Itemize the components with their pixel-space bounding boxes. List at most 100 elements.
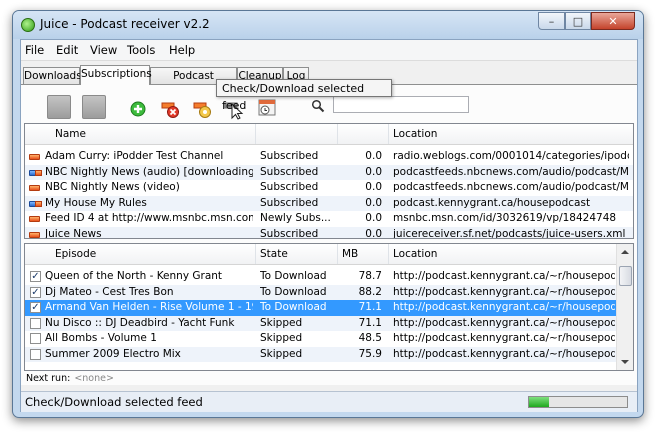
episode-state: To Download <box>260 285 327 298</box>
feed-name: Juice News <box>45 227 102 239</box>
episode-mb: 78.7 <box>358 270 382 282</box>
episodes-header: Episode State MB Location <box>25 244 617 265</box>
episode-mb: 88.2 <box>358 285 382 298</box>
menu-file[interactable]: File <box>25 43 44 57</box>
episode-row[interactable]: ✓ Dj Mateo - Cest Tres Bon To Download 8… <box>25 284 617 300</box>
episode-state: Skipped <box>260 347 303 360</box>
episodes-column-location[interactable]: Location <box>389 244 617 264</box>
episode-checkbox[interactable] <box>30 348 41 360</box>
episode-name: All Bombs - Volume 1 <box>45 332 157 344</box>
episode-state: To Download <box>260 301 327 313</box>
disabled-button-icon <box>82 95 106 119</box>
search-input[interactable] <box>333 96 469 113</box>
feed-properties-icon[interactable] <box>191 98 213 120</box>
feed-row[interactable]: Feed ID 4 at http://www.msnbc.msn.com/id… <box>25 211 633 227</box>
episode-checkbox[interactable]: ✓ <box>30 286 41 298</box>
next-run-label: Next run: <box>26 373 71 384</box>
feed-status: Subscribed <box>260 196 319 209</box>
minimize-button[interactable]: – <box>538 12 565 30</box>
episode-name: Nu Disco :: DJ Deadbird - Yacht Funk <box>45 316 235 329</box>
feed-location: podcastfeeds.nbcnews.com/audio/podcast/M… <box>393 165 629 178</box>
feed-status: Subscribed <box>260 181 319 193</box>
feed-name: Adam Curry: iPodder Test Channel <box>45 150 224 162</box>
episode-row[interactable]: Nu Disco :: DJ Deadbird - Yacht Funk Ski… <box>25 315 617 331</box>
feed-location: podcastfeeds.nbcnews.com/audio/podcast/M… <box>393 181 629 193</box>
feed-icon <box>29 154 40 160</box>
menu-tools[interactable]: Tools <box>127 43 155 57</box>
episode-mb: 71.1 <box>358 301 382 313</box>
download-progress-bar <box>528 396 628 408</box>
feeds-column-status[interactable] <box>256 124 338 144</box>
feeds-list: Name Location Adam Curry: iPodder Test C… <box>24 123 634 239</box>
feed-location: msnbc.msn.com/id/3032619/vp/18424748 <box>393 212 617 224</box>
episode-name: Armand Van Helden - Rise Volume 1 - 1999… <box>45 301 253 313</box>
episode-location: http://podcast.kennygrant.ca/~r/housepod… <box>393 301 615 313</box>
status-text: Check/Download selected feed <box>25 395 203 409</box>
feeds-column-mb[interactable] <box>338 124 389 144</box>
schedule-icon[interactable] <box>256 97 278 119</box>
tab-subscriptions[interactable]: Subscriptions <box>80 65 152 85</box>
downloading-feed-icon <box>29 169 42 176</box>
episode-row[interactable]: Summer 2009 Electro Mix Skipped 75.9 htt… <box>25 346 617 362</box>
feed-mb: 0.0 <box>365 181 382 193</box>
maximize-button[interactable]: □ <box>565 12 591 30</box>
progress-fill <box>529 397 549 407</box>
episode-location: http://podcast.kennygrant.ca/~r/housepod… <box>393 270 615 282</box>
episodes-column-mb[interactable]: MB <box>338 244 389 264</box>
scrollbar-thumb[interactable] <box>619 266 632 286</box>
downloading-feed-icon <box>29 200 42 207</box>
episode-mb: 75.9 <box>358 347 382 360</box>
next-run: Next run: <none> <box>26 373 114 384</box>
episode-location: http://podcast.kennygrant.ca/~r/housepod… <box>393 316 615 329</box>
feeds-column-name[interactable]: Name <box>25 124 256 144</box>
episode-location: http://podcast.kennygrant.ca/~r/housepod… <box>393 347 615 360</box>
episode-checkbox[interactable]: ✓ <box>30 302 41 313</box>
episode-checkbox[interactable] <box>30 317 41 329</box>
episode-name: Queen of the North - Kenny Grant <box>45 270 223 282</box>
episode-row[interactable]: ✓ Queen of the North - Kenny Grant To Do… <box>25 269 617 285</box>
menu-help[interactable]: Help <box>169 43 195 57</box>
episode-name: Dj Mateo - Cest Tres Bon <box>45 285 174 298</box>
feed-name: NBC Nightly News (video) <box>45 181 180 193</box>
feed-status: Subscribed <box>260 165 319 178</box>
scroll-up-arrow-icon[interactable] <box>621 250 629 254</box>
feed-icon <box>29 216 40 222</box>
feed-row[interactable]: Adam Curry: iPodder Test Channel Subscri… <box>25 149 633 165</box>
scroll-down-arrow-icon[interactable] <box>621 360 629 364</box>
feed-row[interactable]: My House My Rules Subscribed 0.0 podcast… <box>25 195 633 211</box>
tab-downloads[interactable]: Downloads <box>23 67 82 84</box>
window-title: Juice - Podcast receiver v2.2 <box>40 17 210 31</box>
episode-checkbox[interactable]: ✓ <box>30 271 41 282</box>
menu-view[interactable]: View <box>90 43 117 57</box>
add-feed-icon[interactable] <box>127 98 149 120</box>
episode-state: Skipped <box>260 316 303 329</box>
episodes-scrollbar[interactable] <box>616 244 633 370</box>
feed-row[interactable]: NBC Nightly News (audio) [downloading] S… <box>25 164 633 180</box>
episode-row[interactable]: All Bombs - Volume 1 Skipped 48.5 http:/… <box>25 331 617 347</box>
episode-row-selected[interactable]: ✓ Armand Van Helden - Rise Volume 1 - 19… <box>25 300 617 316</box>
feed-status: Subscribed <box>260 150 319 162</box>
episodes-column-episode[interactable]: Episode <box>25 244 256 264</box>
close-button[interactable]: ✕ <box>591 12 635 30</box>
episodes-column-state[interactable]: State <box>256 244 338 264</box>
subscriptions-panel: Name Location Adam Curry: iPodder Test C… <box>21 84 637 385</box>
feeds-column-location[interactable]: Location <box>389 124 633 144</box>
feeds-header: Name Location <box>25 124 633 145</box>
episode-location: http://podcast.kennygrant.ca/~r/housepod… <box>393 285 615 298</box>
episodes-list: Episode State MB Location ✓ Queen of the… <box>24 243 634 371</box>
feed-location: juicereceiver.sf.net/podcasts/juice-user… <box>393 227 626 239</box>
feed-row[interactable]: NBC Nightly News (video) Subscribed 0.0 … <box>25 180 633 196</box>
feed-mb: 0.0 <box>365 196 382 209</box>
episode-location: http://podcast.kennygrant.ca/~r/housepod… <box>393 332 615 344</box>
juice-app-icon <box>21 18 35 32</box>
episode-checkbox[interactable] <box>30 333 41 344</box>
feed-location: podcast.kennygrant.ca/housepodcast <box>393 196 591 209</box>
disabled-button-icon <box>47 95 71 119</box>
title-bar[interactable]: Juice - Podcast receiver v2.2 – □ ✕ <box>13 11 643 39</box>
feed-name: My House My Rules <box>45 196 147 209</box>
remove-feed-icon[interactable] <box>159 98 181 120</box>
menu-edit[interactable]: Edit <box>56 43 78 57</box>
feed-row[interactable]: Juice News Subscribed 0.0 juicereceiver.… <box>25 226 633 239</box>
episode-mb: 48.5 <box>358 332 382 344</box>
app-window: Juice - Podcast receiver v2.2 – □ ✕ File… <box>12 10 644 418</box>
